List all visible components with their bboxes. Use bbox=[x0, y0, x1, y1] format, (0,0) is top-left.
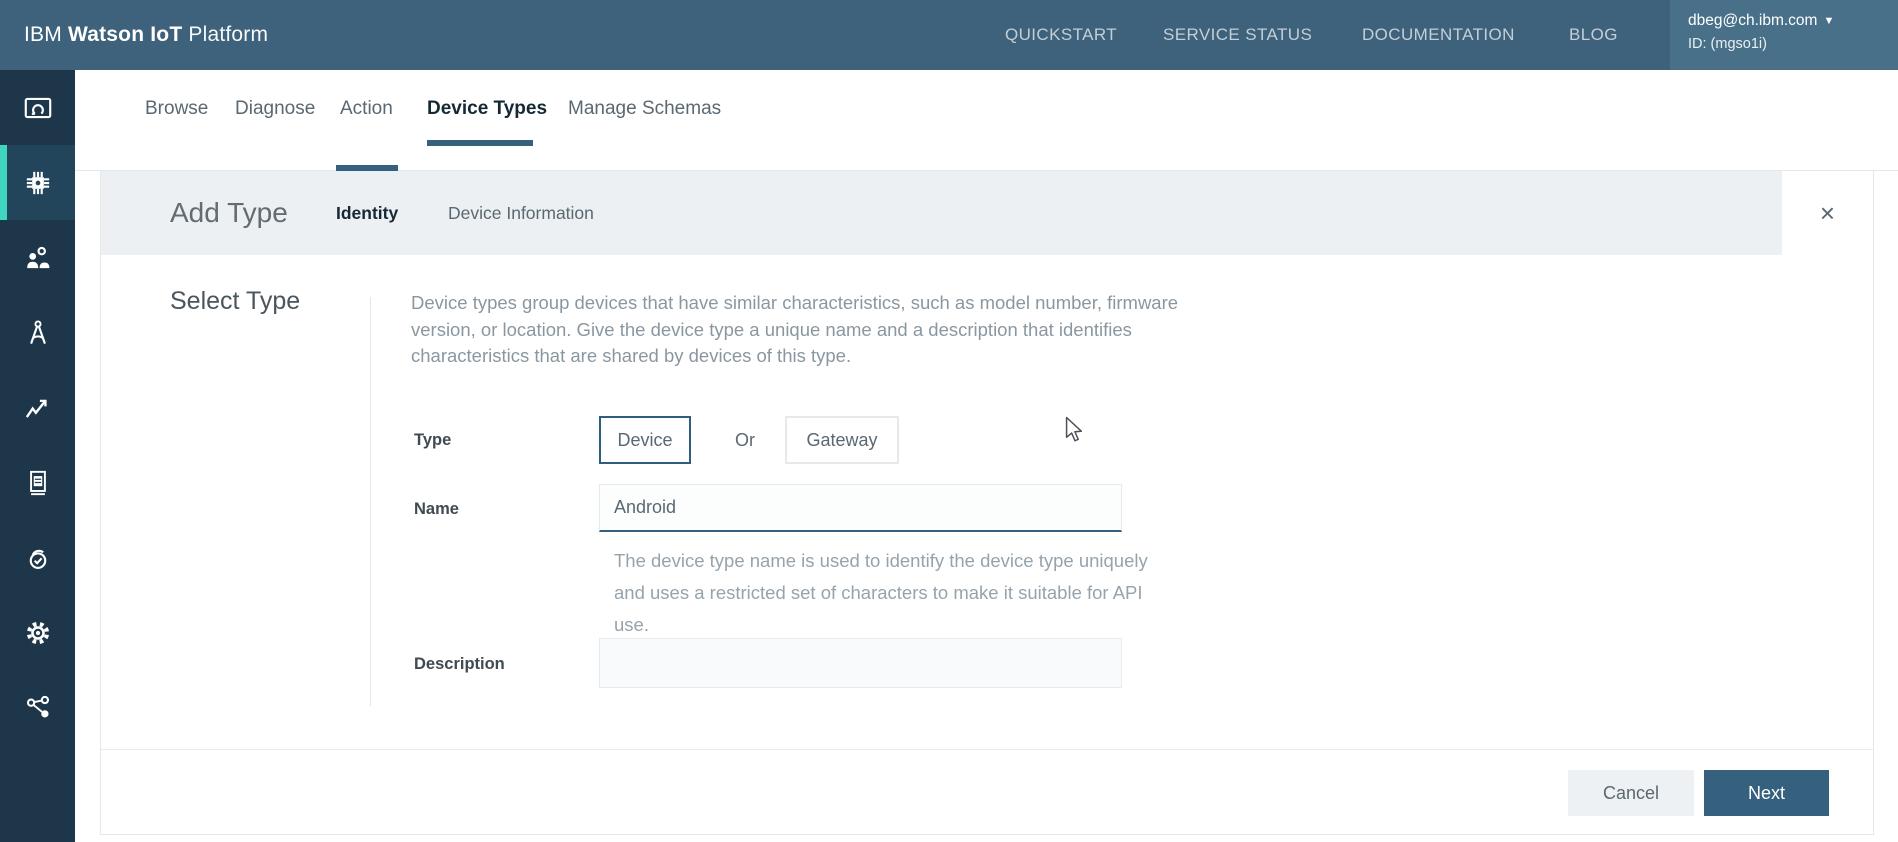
share-nodes-icon bbox=[26, 695, 49, 717]
tab-action[interactable]: Action bbox=[340, 98, 393, 124]
intro-line: characteristics that are shared by devic… bbox=[411, 345, 852, 366]
user-org-id: ID: (mgso1i) bbox=[1688, 36, 1767, 52]
document-icon bbox=[29, 470, 46, 495]
sidebar-item-settings[interactable] bbox=[0, 595, 75, 670]
nav-quickstart[interactable]: QUICKSTART bbox=[1005, 0, 1117, 70]
intro-line: Device types group devices that have sim… bbox=[411, 292, 1179, 313]
compass-icon bbox=[29, 319, 46, 344]
help-line: use. bbox=[614, 614, 649, 635]
section-divider bbox=[370, 297, 371, 706]
tab-device-types[interactable]: Device Types bbox=[427, 98, 547, 124]
name-label: Name bbox=[414, 500, 459, 518]
sidebar-item-devices[interactable] bbox=[0, 145, 75, 220]
section-title: Select Type bbox=[170, 287, 301, 315]
sidebar-item-members[interactable] bbox=[0, 220, 75, 295]
active-tab-underline bbox=[427, 140, 533, 146]
step-identity[interactable]: Identity bbox=[336, 171, 398, 255]
tab-diagnose[interactable]: Diagnose bbox=[235, 98, 315, 124]
sidebar-item-rules[interactable] bbox=[0, 445, 75, 520]
dashboard-gauge-icon bbox=[24, 97, 51, 118]
top-header: IBM Watson IoT Platform QUICKSTART SERVI… bbox=[0, 0, 1898, 70]
nav-service-status[interactable]: SERVICE STATUS bbox=[1163, 0, 1312, 70]
help-line: and uses a restricted set of characters … bbox=[614, 582, 1143, 603]
nav-blog[interactable]: BLOG bbox=[1569, 0, 1618, 70]
close-icon: × bbox=[1819, 198, 1836, 228]
footer-divider bbox=[101, 749, 1873, 750]
members-icon bbox=[26, 246, 49, 268]
name-help-text: The device type name is used to identify… bbox=[614, 545, 1148, 641]
gear-icon bbox=[26, 621, 49, 644]
cancel-button[interactable]: Cancel bbox=[1568, 770, 1694, 816]
description-label: Description bbox=[414, 655, 505, 673]
intro-text: Device types group devices that have sim… bbox=[411, 290, 1178, 370]
tab-browse[interactable]: Browse bbox=[145, 98, 208, 124]
logo-platform: Platform bbox=[188, 23, 269, 46]
app-logo: IBM Watson IoT Platform bbox=[24, 0, 268, 70]
logo-watson-iot: Watson IoT bbox=[67, 23, 189, 46]
line-chart-icon bbox=[25, 399, 47, 418]
help-line: The device type name is used to identify… bbox=[614, 550, 1148, 571]
logo-ibm: IBM bbox=[24, 23, 68, 46]
sidebar-item-security[interactable] bbox=[0, 520, 75, 595]
chip-icon bbox=[26, 171, 49, 194]
add-type-panel: Add Type Identity Device Information × S… bbox=[100, 165, 1874, 835]
device-type-button[interactable]: Device bbox=[599, 416, 691, 464]
name-input[interactable] bbox=[599, 484, 1122, 532]
sidebar-item-boards[interactable] bbox=[0, 70, 75, 145]
intro-line: version, or location. Give the device ty… bbox=[411, 318, 1132, 340]
next-button[interactable]: Next bbox=[1704, 770, 1829, 816]
panel-title: Add Type bbox=[170, 197, 288, 228]
lock-check-icon bbox=[29, 549, 46, 569]
user-account-menu[interactable]: dbeg@ch.ibm.com ▼ ID: (mgso1i) bbox=[1670, 0, 1898, 70]
watson-iot-platform-page: IBM Watson IoT Platform QUICKSTART SERVI… bbox=[0, 0, 1898, 842]
left-sidebar bbox=[0, 70, 75, 842]
sidebar-item-extensions[interactable] bbox=[0, 670, 75, 745]
sidebar-item-usage[interactable] bbox=[0, 370, 75, 445]
tab-manage-schemas[interactable]: Manage Schemas bbox=[568, 98, 721, 124]
gateway-type-button[interactable]: Gateway bbox=[785, 416, 899, 464]
user-email: dbeg@ch.ibm.com ▼ bbox=[1688, 12, 1835, 29]
description-input[interactable] bbox=[599, 638, 1122, 688]
chevron-down-icon: ▼ bbox=[1823, 15, 1835, 27]
type-label: Type bbox=[414, 431, 452, 449]
sidebar-item-apps[interactable] bbox=[0, 295, 75, 370]
step-device-information[interactable]: Device Information bbox=[448, 171, 594, 255]
nav-documentation[interactable]: DOCUMENTATION bbox=[1362, 0, 1515, 70]
add-type-header-band: Add Type Identity Device Information bbox=[101, 165, 1873, 255]
or-label: Or bbox=[735, 429, 755, 450]
close-button[interactable]: × bbox=[1782, 171, 1873, 255]
